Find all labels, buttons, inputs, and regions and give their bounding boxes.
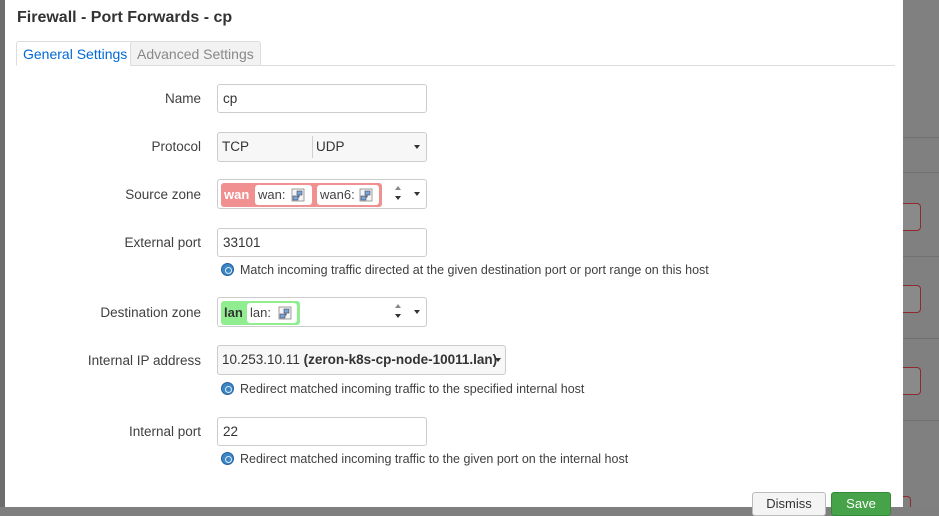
background-button [903, 285, 921, 313]
zone-name: wan [224, 187, 250, 202]
ip-address: 10.253.10.11 [222, 352, 300, 367]
internal-port-help: Redirect matched incoming traffic to the… [221, 452, 628, 466]
internal-ip-label: Internal IP address [87, 353, 201, 368]
name-input[interactable]: cp [217, 84, 427, 113]
internal-port-input[interactable]: 22 [217, 417, 427, 446]
zone-badge-wan: wan wan: wan6: [221, 183, 382, 207]
tab-bar: General Settings Advanced Settings [16, 41, 895, 66]
background-page-right [903, 0, 939, 507]
chevron-down-icon[interactable] [414, 145, 420, 149]
protocol-option-tcp[interactable]: TCP [222, 133, 249, 161]
host-name: (zeron-k8s-cp-node-10011.lan) [303, 352, 498, 367]
help-text: Redirect matched incoming traffic to the… [240, 382, 585, 396]
external-port-input[interactable]: 33101 [217, 228, 427, 257]
zone-name: lan [224, 305, 243, 320]
background-divider [903, 172, 939, 173]
network-name: lan: [250, 305, 271, 320]
source-zone-select[interactable]: wan wan: wan6: [217, 179, 427, 209]
background-divider [903, 338, 939, 339]
external-port-label: External port [124, 235, 201, 250]
port-forward-dialog: Firewall - Port Forwards - cp General Se… [5, 0, 903, 516]
internal-port-label: Internal port [128, 424, 201, 439]
tab-general-settings[interactable]: General Settings [16, 41, 135, 66]
info-icon [221, 382, 234, 395]
chevron-down-icon[interactable] [395, 314, 401, 318]
dismiss-button[interactable]: Dismiss [752, 492, 826, 516]
internal-ip-help: Redirect matched incoming traffic to the… [221, 382, 584, 396]
tab-advanced-settings[interactable]: Advanced Settings [130, 41, 261, 66]
protocol-divider [312, 136, 313, 158]
chevron-down-icon[interactable] [495, 358, 501, 362]
network-chip-wan: wan: [255, 185, 312, 205]
chevron-down-icon[interactable] [414, 310, 420, 314]
help-text: Match incoming traffic directed at the g… [240, 263, 709, 277]
background-divider [903, 256, 939, 257]
scroll-spinner[interactable] [395, 186, 405, 202]
background-divider [903, 420, 939, 421]
internal-ip-value: 10.253.10.11 (zeron-k8s-cp-node-10011.la… [222, 346, 497, 374]
destination-zone-select[interactable]: lan lan: [217, 297, 427, 327]
destination-zone-label: Destination zone [100, 305, 201, 320]
background-button [903, 496, 911, 507]
chevron-down-icon[interactable] [395, 196, 401, 200]
network-icon [278, 306, 292, 320]
dialog-title: Firewall - Port Forwards - cp [17, 9, 233, 26]
info-icon [221, 263, 234, 276]
chevron-down-icon[interactable] [414, 192, 420, 196]
chevron-up-icon[interactable] [395, 304, 401, 308]
network-icon [291, 188, 305, 202]
source-zone-label: Source zone [125, 187, 201, 202]
network-icon [359, 188, 373, 202]
background-button [903, 367, 921, 395]
protocol-select[interactable]: TCP UDP [217, 132, 427, 162]
chevron-up-icon[interactable] [395, 186, 401, 190]
protocol-label: Protocol [151, 139, 201, 154]
network-name: wan: [258, 187, 286, 202]
background-divider [903, 137, 939, 138]
help-text: Redirect matched incoming traffic to the… [240, 452, 629, 466]
name-label: Name [164, 91, 201, 106]
network-chip-lan: lan: [247, 303, 297, 323]
background-button [903, 203, 921, 231]
internal-ip-select[interactable]: 10.253.10.11 (zeron-k8s-cp-node-10011.la… [217, 345, 506, 375]
protocol-option-udp[interactable]: UDP [316, 133, 345, 161]
save-button[interactable]: Save [831, 492, 891, 516]
network-chip-wan6: wan6: [317, 185, 379, 205]
external-port-help: Match incoming traffic directed at the g… [221, 263, 709, 277]
network-name: wan6: [320, 187, 355, 202]
scroll-spinner[interactable] [395, 304, 405, 320]
zone-badge-lan: lan lan: [221, 301, 300, 325]
info-icon [221, 452, 234, 465]
